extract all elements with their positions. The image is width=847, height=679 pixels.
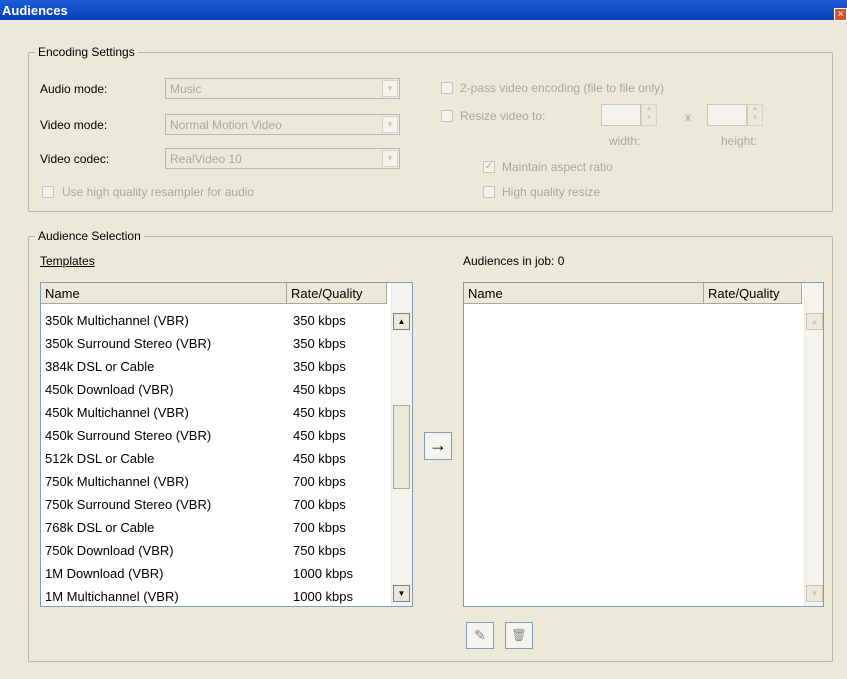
video-mode-value: Normal Motion Video xyxy=(170,118,282,132)
resize-video-label: Resize video to: xyxy=(460,109,546,123)
template-name: 512k DSL or Cable xyxy=(45,451,155,466)
template-name: 1M Multichannel (VBR) xyxy=(45,589,179,604)
template-rate: 350 kbps xyxy=(293,336,346,351)
template-rate: 700 kbps xyxy=(293,497,346,512)
templates-list[interactable]: Name Rate/Quality 350k Multichannel (VBR… xyxy=(40,282,413,607)
hq-resampler-label: Use high quality resampler for audio xyxy=(62,185,255,199)
template-rate: 750 kbps xyxy=(293,543,346,558)
edit-audience-button[interactable]: ✎ xyxy=(466,622,494,649)
template-name: 450k Download (VBR) xyxy=(45,382,174,397)
add-audience-button[interactable]: → xyxy=(424,432,452,460)
template-name: 350k Surround Stereo (VBR) xyxy=(45,336,212,351)
title-bar: Audiences × xyxy=(0,0,847,21)
template-name: 768k DSL or Cable xyxy=(45,520,155,535)
height-spinner[interactable] xyxy=(707,104,747,126)
template-name: 350k Multichannel (VBR) xyxy=(45,313,189,328)
close-icon: × xyxy=(837,9,844,20)
hq-resampler-checkbox[interactable] xyxy=(42,186,54,198)
two-pass-checkbox[interactable] xyxy=(441,82,453,94)
width-spin-buttons[interactable]: ▲ ▼ xyxy=(641,104,657,126)
video-codec-select[interactable]: RealVideo 10 ▼ xyxy=(165,148,400,169)
template-rate: 700 kbps xyxy=(293,474,346,489)
width-spinner[interactable] xyxy=(601,104,641,126)
name-column-header[interactable]: Name xyxy=(41,283,287,304)
audio-mode-select[interactable]: Music ▼ xyxy=(165,78,400,99)
template-name: 750k Multichannel (VBR) xyxy=(45,474,189,489)
encoding-settings-title: Encoding Settings xyxy=(35,45,138,59)
scroll-down-icon[interactable]: ▼ xyxy=(393,585,410,602)
template-rate: 700 kbps xyxy=(293,520,346,535)
maintain-aspect-checkbox[interactable]: ✓ xyxy=(483,161,495,173)
resize-video-checkbox[interactable] xyxy=(441,110,453,122)
template-name: 750k Download (VBR) xyxy=(45,543,174,558)
audiences-scrollbar[interactable]: ▲ ▼ xyxy=(804,283,823,606)
pencil-icon: ✎ xyxy=(474,627,486,643)
video-mode-label: Video mode: xyxy=(40,118,108,132)
templates-label: Templates xyxy=(40,254,95,268)
template-name: 450k Multichannel (VBR) xyxy=(45,405,189,420)
video-codec-value: RealVideo 10 xyxy=(170,152,242,166)
template-rate: 450 kbps xyxy=(293,451,346,466)
arrow-right-icon: → xyxy=(429,435,447,455)
scroll-down-icon[interactable]: ▼ xyxy=(806,585,823,602)
template-name: 384k DSL or Cable xyxy=(45,359,155,374)
audio-mode-value: Music xyxy=(170,82,202,96)
height-label: height: xyxy=(721,134,758,148)
audience-rate-column-header[interactable]: Rate/Quality xyxy=(704,283,802,304)
template-rate: 350 kbps xyxy=(293,359,346,374)
template-rate: 1000 kbps xyxy=(293,589,353,604)
scroll-up-icon[interactable]: ▲ xyxy=(393,313,410,330)
width-label: width: xyxy=(609,134,641,148)
template-rate: 450 kbps xyxy=(293,382,346,397)
scroll-thumb[interactable] xyxy=(393,405,410,489)
hq-resize-checkbox[interactable] xyxy=(483,186,495,198)
resize-x-separator: x xyxy=(685,110,691,124)
template-rate: 450 kbps xyxy=(293,405,346,420)
window-title: Audiences xyxy=(2,3,68,18)
audience-name-column-header[interactable]: Name xyxy=(464,283,704,304)
template-rate: 450 kbps xyxy=(293,428,346,443)
delete-audience-button[interactable]: 🗑 xyxy=(505,622,533,649)
rate-column-header[interactable]: Rate/Quality xyxy=(287,283,387,304)
close-button[interactable]: × xyxy=(834,8,847,21)
video-codec-label: Video codec: xyxy=(40,152,110,166)
template-rate: 1000 kbps xyxy=(293,566,353,581)
chevron-down-icon: ▼ xyxy=(382,80,398,97)
audiences-count-label: Audiences in job: 0 xyxy=(463,254,565,268)
audiences-list[interactable]: Name Rate/Quality ▲ ▼ xyxy=(463,282,824,607)
trash-icon: 🗑 xyxy=(511,628,527,642)
audio-mode-label: Audio mode: xyxy=(40,82,108,96)
audience-selection-title: Audience Selection xyxy=(35,229,144,243)
hq-resize-label: High quality resize xyxy=(502,185,601,199)
template-name: 450k Surround Stereo (VBR) xyxy=(45,428,212,443)
template-name: 750k Surround Stereo (VBR) xyxy=(45,497,212,512)
video-mode-select[interactable]: Normal Motion Video ▼ xyxy=(165,114,400,135)
chevron-down-icon: ▼ xyxy=(382,116,398,133)
two-pass-label: 2-pass video encoding (file to file only… xyxy=(460,81,665,95)
maintain-aspect-label: Maintain aspect ratio xyxy=(502,160,613,174)
template-name: 1M Download (VBR) xyxy=(45,566,164,581)
templates-scrollbar[interactable]: ▲ ▼ xyxy=(391,283,412,606)
template-rate: 350 kbps xyxy=(293,313,346,328)
scroll-up-icon[interactable]: ▲ xyxy=(806,313,823,330)
chevron-down-icon: ▼ xyxy=(382,150,398,167)
height-spin-buttons[interactable]: ▲ ▼ xyxy=(747,104,763,126)
